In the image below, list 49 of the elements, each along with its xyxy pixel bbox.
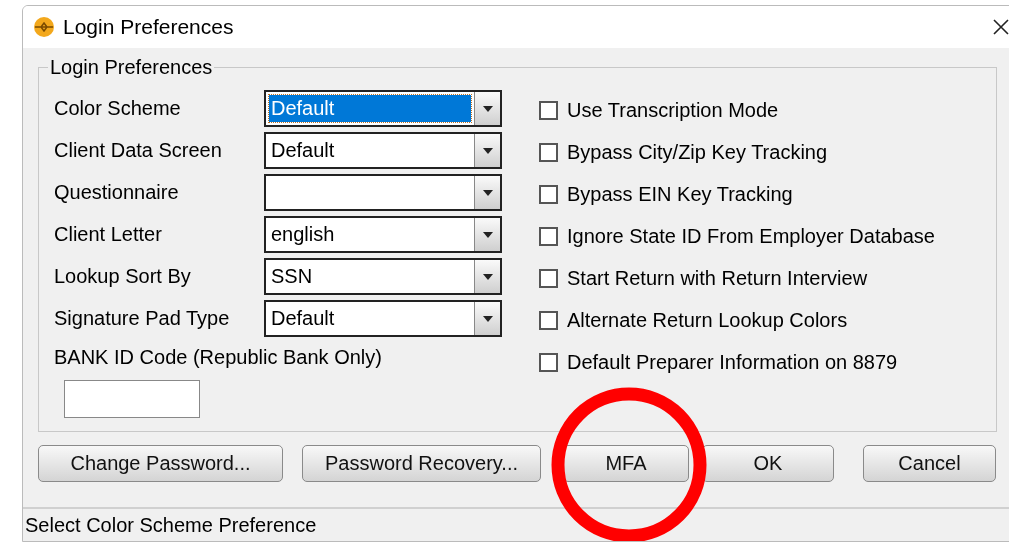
- field-label: Lookup Sort By: [54, 265, 192, 288]
- checkbox[interactable]: [539, 310, 558, 330]
- app-logo-icon: [33, 16, 55, 38]
- caret-icon: [482, 105, 493, 112]
- dropdown[interactable]: Default: [264, 132, 502, 169]
- dropdown[interactable]: SSN: [264, 258, 502, 295]
- dialog-button[interactable]: Cancel: [863, 445, 996, 482]
- checkbox-label: Ignore State ID From Employer Database: [567, 224, 935, 248]
- dropdown-value: Default: [271, 307, 335, 330]
- caret-icon: [482, 231, 493, 238]
- field-label: Client Letter: [54, 223, 163, 246]
- dialog-button[interactable]: MFA: [563, 445, 689, 482]
- dropdown[interactable]: english: [264, 216, 502, 253]
- dialog-button[interactable]: OK: [702, 445, 834, 482]
- dialog-button[interactable]: Password Recovery...: [302, 445, 541, 482]
- dropdown-value: Default: [271, 97, 335, 120]
- checkbox-label: Bypass EIN Key Tracking: [567, 182, 793, 206]
- close-icon[interactable]: [993, 19, 1009, 35]
- checkbox-label: Alternate Return Lookup Colors: [567, 308, 848, 332]
- caret-icon: [482, 147, 493, 154]
- field-label: BANK ID Code (Republic Bank Only): [54, 346, 383, 369]
- caret-icon: [482, 273, 493, 280]
- dropdown-value: english: [271, 223, 335, 246]
- group-title: Login Preferences: [49, 56, 214, 79]
- checkbox-label: Bypass City/Zip Key Tracking: [567, 140, 828, 164]
- field-label: Client Data Screen: [54, 139, 223, 162]
- dropdown-value: SSN: [271, 265, 313, 288]
- checkbox[interactable]: [539, 142, 558, 162]
- dialog-button[interactable]: Change Password...: [38, 445, 283, 482]
- checkbox[interactable]: [539, 184, 558, 204]
- caret-icon: [482, 189, 493, 196]
- window-title: Login Preferences: [63, 15, 235, 39]
- checkbox[interactable]: [539, 268, 558, 288]
- dropdown-value: Default: [271, 139, 335, 162]
- dropdown[interactable]: Default: [264, 90, 502, 127]
- checkbox-label: Use Transcription Mode: [567, 98, 779, 122]
- caret-icon: [482, 315, 493, 322]
- checkbox[interactable]: [539, 226, 558, 246]
- input-field[interactable]: [64, 380, 200, 418]
- checkbox-label: Default Preparer Information on 8879: [567, 350, 898, 374]
- dropdown[interactable]: [264, 174, 502, 211]
- dropdown[interactable]: Default: [264, 300, 502, 337]
- field-label: Signature Pad Type: [54, 307, 231, 330]
- checkbox[interactable]: [539, 100, 558, 120]
- field-label: Questionnaire: [54, 181, 180, 204]
- checkbox[interactable]: [539, 352, 558, 372]
- field-label: Color Scheme: [54, 97, 182, 120]
- status-text: Select Color Scheme Preference: [25, 513, 317, 537]
- checkbox-label: Start Return with Return Interview: [567, 266, 868, 290]
